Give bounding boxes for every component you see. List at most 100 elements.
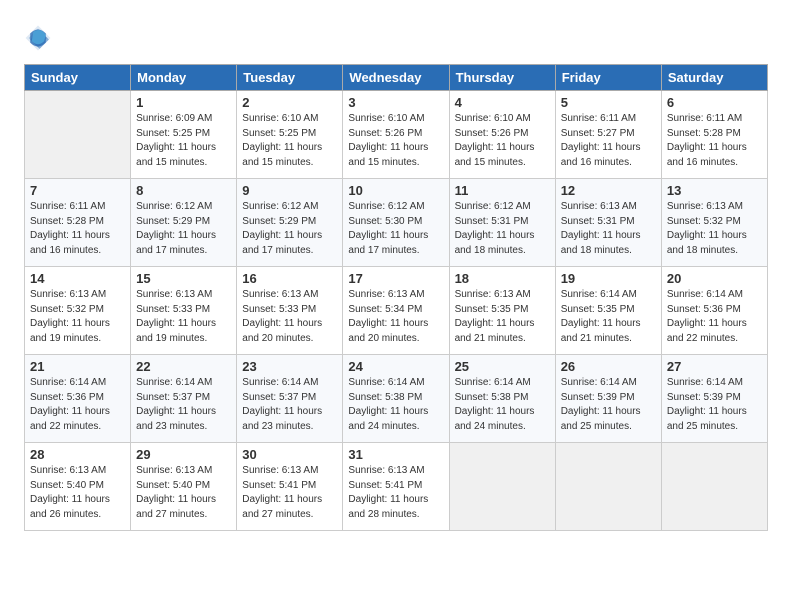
cell-info: Sunrise: 6:13 AM Sunset: 5:40 PM Dayligh…: [136, 464, 231, 522]
cell-info: Sunrise: 6:13 AM Sunset: 5:41 PM Dayligh…: [348, 464, 443, 522]
day-number: 7: [30, 183, 125, 198]
cell-info: Sunrise: 6:13 AM Sunset: 5:32 PM Dayligh…: [667, 200, 762, 258]
cell-info: Sunrise: 6:10 AM Sunset: 5:26 PM Dayligh…: [348, 112, 443, 170]
calendar-cell: 13 Sunrise: 6:13 AM Sunset: 5:32 PM Dayli…: [661, 179, 767, 267]
day-number: 10: [348, 183, 443, 198]
cell-info: Sunrise: 6:14 AM Sunset: 5:39 PM Dayligh…: [561, 376, 656, 434]
calendar-week-row: 1 Sunrise: 6:09 AM Sunset: 5:25 PM Daylig…: [25, 91, 768, 179]
calendar-cell: 22 Sunrise: 6:14 AM Sunset: 5:37 PM Dayli…: [131, 355, 237, 443]
day-number: 14: [30, 271, 125, 286]
calendar-cell: 6Sunrise: 6:11 AM Sunset: 5:28 PM Daylig…: [661, 91, 767, 179]
cell-info: Sunrise: 6:12 AM Sunset: 5:31 PM Dayligh…: [455, 200, 550, 258]
calendar-cell: 29 Sunrise: 6:13 AM Sunset: 5:40 PM Dayli…: [131, 443, 237, 531]
day-header-wednesday: Wednesday: [343, 65, 449, 91]
calendar-cell: 8 Sunrise: 6:12 AM Sunset: 5:29 PM Daylig…: [131, 179, 237, 267]
calendar-cell: 5Sunrise: 6:11 AM Sunset: 5:27 PM Daylig…: [555, 91, 661, 179]
day-number: 18: [455, 271, 550, 286]
cell-info: Sunrise: 6:13 AM Sunset: 5:33 PM Dayligh…: [242, 288, 337, 346]
calendar-cell: 18 Sunrise: 6:13 AM Sunset: 5:35 PM Dayli…: [449, 267, 555, 355]
cell-info: Sunrise: 6:13 AM Sunset: 5:32 PM Dayligh…: [30, 288, 125, 346]
day-number: 26: [561, 359, 656, 374]
day-header-tuesday: Tuesday: [237, 65, 343, 91]
day-number: 20: [667, 271, 762, 286]
day-number: 22: [136, 359, 231, 374]
day-header-monday: Monday: [131, 65, 237, 91]
page-header: [24, 20, 768, 52]
calendar-cell: 21 Sunrise: 6:14 AM Sunset: 5:36 PM Dayli…: [25, 355, 131, 443]
cell-info: Sunrise: 6:14 AM Sunset: 5:37 PM Dayligh…: [136, 376, 231, 434]
day-number: 27: [667, 359, 762, 374]
cell-info: Sunrise: 6:14 AM Sunset: 5:38 PM Dayligh…: [348, 376, 443, 434]
logo-icon: [24, 24, 52, 52]
day-number: 17: [348, 271, 443, 286]
cell-info: Sunrise: 6:11 AM Sunset: 5:27 PM Dayligh…: [561, 112, 656, 170]
day-number: 21: [30, 359, 125, 374]
calendar-cell: 23Sunrise: 6:14 AM Sunset: 5:37 PM Dayli…: [237, 355, 343, 443]
day-number: 1: [136, 95, 231, 110]
cell-info: Sunrise: 6:13 AM Sunset: 5:31 PM Dayligh…: [561, 200, 656, 258]
cell-info: Sunrise: 6:11 AM Sunset: 5:28 PM Dayligh…: [30, 200, 125, 258]
calendar-cell: 2 Sunrise: 6:10 AM Sunset: 5:25 PM Daylig…: [237, 91, 343, 179]
calendar-cell: 24 Sunrise: 6:14 AM Sunset: 5:38 PM Dayli…: [343, 355, 449, 443]
cell-info: Sunrise: 6:14 AM Sunset: 5:38 PM Dayligh…: [455, 376, 550, 434]
day-number: 16: [242, 271, 337, 286]
cell-info: Sunrise: 6:13 AM Sunset: 5:41 PM Dayligh…: [242, 464, 337, 522]
calendar-cell: 15 Sunrise: 6:13 AM Sunset: 5:33 PM Dayli…: [131, 267, 237, 355]
cell-info: Sunrise: 6:14 AM Sunset: 5:36 PM Dayligh…: [30, 376, 125, 434]
calendar-cell: 31 Sunrise: 6:13 AM Sunset: 5:41 PM Dayli…: [343, 443, 449, 531]
cell-info: Sunrise: 6:12 AM Sunset: 5:30 PM Dayligh…: [348, 200, 443, 258]
calendar-cell: 20 Sunrise: 6:14 AM Sunset: 5:36 PM Dayli…: [661, 267, 767, 355]
day-number: 15: [136, 271, 231, 286]
day-number: 31: [348, 447, 443, 462]
calendar-table: SundayMondayTuesdayWednesdayThursdayFrid…: [24, 64, 768, 531]
cell-info: Sunrise: 6:13 AM Sunset: 5:40 PM Dayligh…: [30, 464, 125, 522]
cell-info: Sunrise: 6:09 AM Sunset: 5:25 PM Dayligh…: [136, 112, 231, 170]
day-number: 8: [136, 183, 231, 198]
cell-info: Sunrise: 6:13 AM Sunset: 5:33 PM Dayligh…: [136, 288, 231, 346]
day-number: 19: [561, 271, 656, 286]
logo: [24, 24, 54, 52]
cell-info: Sunrise: 6:13 AM Sunset: 5:35 PM Dayligh…: [455, 288, 550, 346]
calendar-cell: 14 Sunrise: 6:13 AM Sunset: 5:32 PM Dayli…: [25, 267, 131, 355]
calendar-cell: 3 Sunrise: 6:10 AM Sunset: 5:26 PM Daylig…: [343, 91, 449, 179]
calendar-cell: 17 Sunrise: 6:13 AM Sunset: 5:34 PM Dayli…: [343, 267, 449, 355]
calendar-cell: 19 Sunrise: 6:14 AM Sunset: 5:35 PM Dayli…: [555, 267, 661, 355]
day-header-thursday: Thursday: [449, 65, 555, 91]
day-number: 9: [242, 183, 337, 198]
cell-info: Sunrise: 6:13 AM Sunset: 5:34 PM Dayligh…: [348, 288, 443, 346]
cell-info: Sunrise: 6:12 AM Sunset: 5:29 PM Dayligh…: [242, 200, 337, 258]
day-number: 30: [242, 447, 337, 462]
calendar-header-row: SundayMondayTuesdayWednesdayThursdayFrid…: [25, 65, 768, 91]
calendar-cell: 30 Sunrise: 6:13 AM Sunset: 5:41 PM Dayli…: [237, 443, 343, 531]
day-header-friday: Friday: [555, 65, 661, 91]
calendar-cell: 11 Sunrise: 6:12 AM Sunset: 5:31 PM Dayli…: [449, 179, 555, 267]
calendar-cell: [449, 443, 555, 531]
cell-info: Sunrise: 6:14 AM Sunset: 5:35 PM Dayligh…: [561, 288, 656, 346]
day-number: 25: [455, 359, 550, 374]
cell-info: Sunrise: 6:12 AM Sunset: 5:29 PM Dayligh…: [136, 200, 231, 258]
day-number: 23: [242, 359, 337, 374]
calendar-cell: 4Sunrise: 6:10 AM Sunset: 5:26 PM Daylig…: [449, 91, 555, 179]
calendar-cell: 10 Sunrise: 6:12 AM Sunset: 5:30 PM Dayli…: [343, 179, 449, 267]
day-number: 13: [667, 183, 762, 198]
day-number: 28: [30, 447, 125, 462]
calendar-cell: [661, 443, 767, 531]
day-number: 24: [348, 359, 443, 374]
day-number: 2: [242, 95, 337, 110]
calendar-week-row: 14 Sunrise: 6:13 AM Sunset: 5:32 PM Dayli…: [25, 267, 768, 355]
calendar-cell: 9 Sunrise: 6:12 AM Sunset: 5:29 PM Daylig…: [237, 179, 343, 267]
calendar-cell: 1 Sunrise: 6:09 AM Sunset: 5:25 PM Daylig…: [131, 91, 237, 179]
day-number: 11: [455, 183, 550, 198]
day-header-sunday: Sunday: [25, 65, 131, 91]
calendar-cell: 26 Sunrise: 6:14 AM Sunset: 5:39 PM Dayli…: [555, 355, 661, 443]
day-number: 29: [136, 447, 231, 462]
calendar-week-row: 21 Sunrise: 6:14 AM Sunset: 5:36 PM Dayli…: [25, 355, 768, 443]
day-number: 12: [561, 183, 656, 198]
cell-info: Sunrise: 6:10 AM Sunset: 5:25 PM Dayligh…: [242, 112, 337, 170]
cell-info: Sunrise: 6:14 AM Sunset: 5:36 PM Dayligh…: [667, 288, 762, 346]
calendar-cell: 12 Sunrise: 6:13 AM Sunset: 5:31 PM Dayli…: [555, 179, 661, 267]
cell-info: Sunrise: 6:11 AM Sunset: 5:28 PM Dayligh…: [667, 112, 762, 170]
calendar-cell: 7 Sunrise: 6:11 AM Sunset: 5:28 PM Daylig…: [25, 179, 131, 267]
calendar-cell: 27Sunrise: 6:14 AM Sunset: 5:39 PM Dayli…: [661, 355, 767, 443]
day-number: 3: [348, 95, 443, 110]
